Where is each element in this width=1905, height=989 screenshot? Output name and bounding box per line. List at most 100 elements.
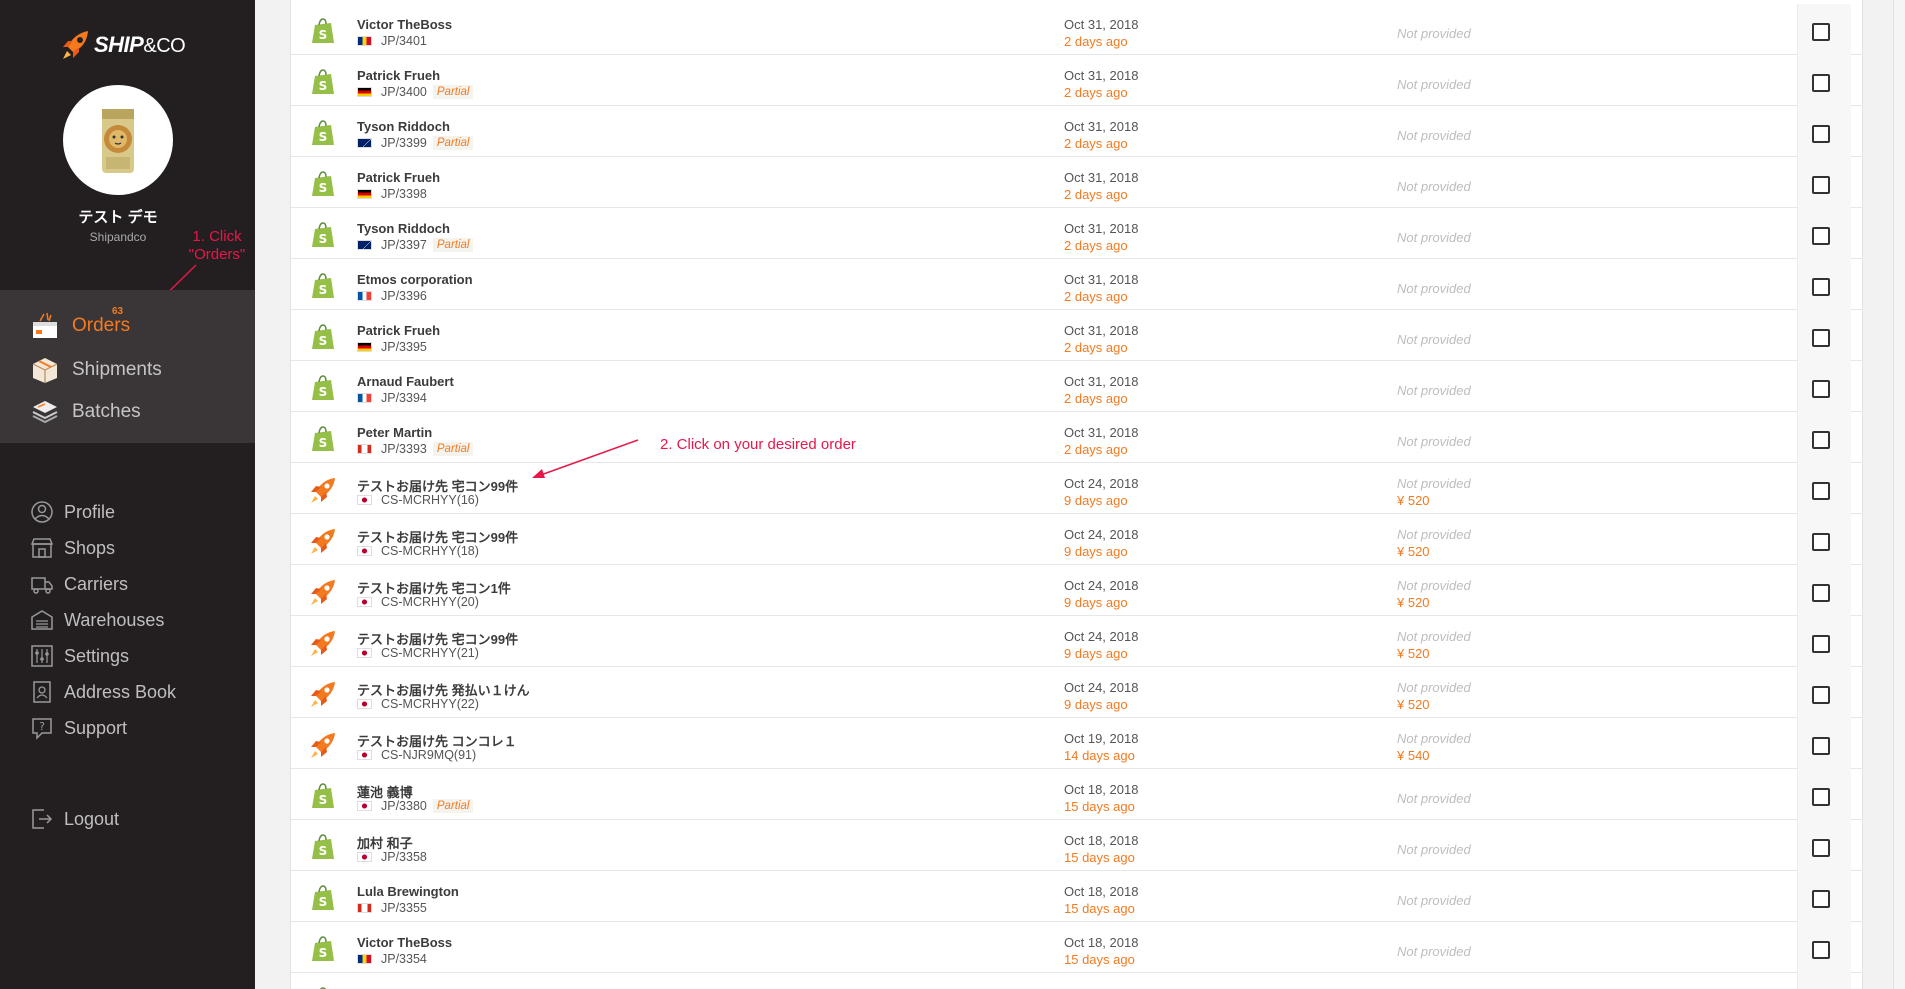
order-select-checkbox[interactable] [1812,227,1830,245]
order-select-checkbox[interactable] [1812,74,1830,92]
order-row[interactable]: S Patrick Frueh JP/3400 Partial Oct 31, 2018… [291,55,1862,106]
order-select-checkbox[interactable] [1812,23,1830,41]
order-select-checkbox[interactable] [1812,278,1830,296]
logout-icon [30,807,54,831]
order-address: Not provided [1397,680,1471,695]
order-select-checkbox[interactable] [1812,635,1830,653]
order-customer-name[interactable]: Peter Martin [357,425,432,440]
menu-support-label: Support [64,717,128,738]
svg-text:S: S [319,28,328,42]
menu-warehouses[interactable]: Warehouses [30,608,164,632]
order-id: JP/3393 [381,442,427,456]
nav-batches-label: Batches [72,401,141,422]
order-address: Not provided [1397,77,1471,92]
country-flag-icon [357,852,372,862]
annotation-arrow-2 [532,439,639,478]
user-icon [30,500,54,524]
order-address: Not provided [1397,230,1471,245]
order-row[interactable]: S 蓮池 義博 JP/3380 Partial Oct 18, 2018 15 days … [291,769,1862,820]
order-id: JP/3398 [381,187,427,201]
nav-shipments[interactable]: Shipments [30,356,162,384]
country-flag-icon [357,138,372,148]
menu-carriers[interactable]: Carriers [30,572,128,596]
order-customer-name[interactable]: Victor TheBoss [357,17,452,32]
order-meta: JP/3355 [357,901,427,915]
order-customer-name[interactable]: Victor TheBoss [357,935,452,950]
order-customer-name[interactable]: Tyson Riddoch [357,119,450,134]
order-row[interactable]: テストお届け先 コンコレ１ CS-NJR9MQ(91) Oct 19, 2018 14… [291,718,1862,769]
order-row[interactable]: テストお届け先 宅コン99件 CS-MCRHYY(18) Oct 24, 2018 9… [291,514,1862,565]
rocket-icon [311,682,335,707]
menu-settings[interactable]: Settings [30,644,129,668]
order-row[interactable]: テストお届け先 発払い１けん CS-MCRHYY(22) Oct 24, 2018 9… [291,667,1862,718]
order-select-checkbox[interactable] [1812,839,1830,857]
order-select-checkbox[interactable] [1812,176,1830,194]
order-row[interactable]: S Lula Brewington JP/3355 Oct 18, 2018 15 da… [291,871,1862,922]
shopify-icon: S [312,936,334,961]
order-customer-name[interactable]: Patrick Frueh [357,323,440,338]
truck-icon [30,572,54,596]
order-select-checkbox[interactable] [1812,329,1830,347]
order-customer-name[interactable]: Etmos corporation [357,272,473,287]
order-meta: JP/3358 [357,850,427,864]
order-select-checkbox[interactable] [1812,584,1830,602]
order-date: Oct 31, 2018 [1064,17,1139,32]
order-select-checkbox[interactable] [1812,125,1830,143]
order-date: Oct 24, 2018 [1064,629,1139,644]
order-select-checkbox[interactable] [1812,686,1830,704]
order-row[interactable]: S Etmos corporation JP/3396 Oct 31, 2018 2 d… [291,259,1862,310]
nav-batches[interactable]: Batches [30,398,141,426]
menu-profile[interactable]: Profile [30,500,115,524]
nav-shipments-label: Shipments [72,359,162,380]
svg-text:S: S [319,844,328,858]
order-row[interactable]: S Victor TheBoss JP/3401 Oct 31, 2018 2 days… [291,4,1862,55]
order-row[interactable]: テストお届け先 宅コン1件 CS-MCRHYY(20) Oct 24, 2018 9 … [291,565,1862,616]
order-row[interactable]: S Patrick Frueh JP/3398 Oct 31, 2018 2 days … [291,157,1862,208]
menu-shops[interactable]: Shops [30,536,115,560]
order-select-checkbox[interactable] [1812,890,1830,908]
order-row[interactable]: S蓮池 義博Oct 18, 2018 [291,973,1862,989]
country-flag-icon [357,444,372,454]
order-customer-name[interactable]: Lula Brewington [357,884,459,899]
order-row[interactable]: S Victor TheBoss JP/3354 Oct 18, 2018 15 day… [291,922,1862,973]
order-row[interactable]: S Arnaud Faubert JP/3394 Oct 31, 2018 2 days… [291,361,1862,412]
country-flag-icon [357,597,372,607]
package-icon [30,356,60,384]
order-row[interactable]: テストお届け先 宅コン99件 CS-MCRHYY(21) Oct 24, 2018 9… [291,616,1862,667]
shopify-icon: S [312,69,334,94]
order-row[interactable]: S Patrick Frueh JP/3395 Oct 31, 2018 2 days … [291,310,1862,361]
scrollbar[interactable] [1893,0,1905,989]
order-customer-name[interactable]: Patrick Frueh [357,170,440,185]
order-select-checkbox[interactable] [1812,533,1830,551]
order-relative-date: 2 days ago [1064,340,1128,355]
order-select-checkbox[interactable] [1812,941,1830,959]
country-flag-icon [357,495,372,505]
order-id: JP/3395 [381,340,427,354]
order-row[interactable]: S Tyson Riddoch JP/3397 Partial Oct 31, 2018… [291,208,1862,259]
order-select-checkbox[interactable] [1812,482,1830,500]
logout-button[interactable]: Logout [30,807,119,831]
order-select-checkbox[interactable] [1812,380,1830,398]
menu-address-book[interactable]: Address Book [30,680,176,704]
country-flag-icon [357,546,372,556]
annotation-arrow-1 [138,264,197,322]
order-customer-name[interactable]: Patrick Frueh [357,68,440,83]
order-customer-name[interactable]: Arnaud Faubert [357,374,454,389]
order-address: Not provided [1397,281,1471,296]
order-price: ¥ 520 [1397,544,1430,559]
nav-orders[interactable]: Orders [30,312,130,340]
menu-support[interactable]: ? Support [30,716,127,740]
order-select-checkbox[interactable] [1812,788,1830,806]
svg-text:S: S [319,283,328,297]
order-id: CS-MCRHYY(22) [381,697,479,711]
order-price: ¥ 520 [1397,697,1430,712]
order-select-checkbox[interactable] [1812,431,1830,449]
country-flag-icon [357,189,372,199]
order-row[interactable]: S Tyson Riddoch JP/3399 Partial Oct 31, 2018… [291,106,1862,157]
order-customer-name[interactable]: Tyson Riddoch [357,221,450,236]
order-meta: CS-NJR9MQ(91) [357,748,476,762]
order-row[interactable]: S 加村 和子 JP/3358 Oct 18, 2018 15 days ago Not … [291,820,1862,871]
order-address: Not provided [1397,731,1471,746]
order-select-checkbox[interactable] [1812,737,1830,755]
order-relative-date: 2 days ago [1064,238,1128,253]
